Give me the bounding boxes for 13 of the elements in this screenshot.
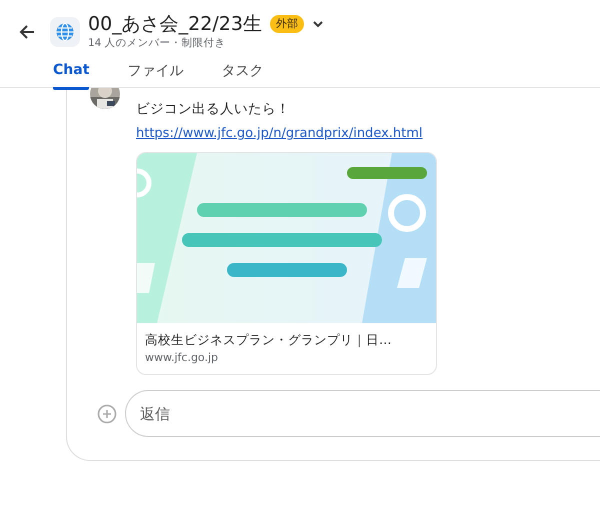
preview-title: 高校生ビジネスプラン・グランプリ｜日… bbox=[145, 331, 392, 350]
message-link[interactable]: https://www.jfc.go.jp/n/grandprix/index.html bbox=[136, 124, 423, 144]
link-preview-card[interactable]: 高校生ビジネスプラン・グランプリ｜日… www.jfc.go.jp bbox=[136, 152, 437, 376]
reply-field[interactable]: 返信 bbox=[125, 390, 600, 437]
member-info: 14 人のメンバー・制限付き bbox=[88, 36, 227, 51]
message-text: ビジコン出る人いたら！ bbox=[136, 100, 291, 119]
tab[interactable]: Chat bbox=[53, 60, 90, 90]
space-title: 00_あさ会_22/23生 bbox=[88, 12, 262, 36]
preview-domain: www.jfc.go.jp bbox=[145, 350, 220, 366]
tab[interactable]: タスク bbox=[221, 60, 264, 90]
external-label: 外部 bbox=[270, 14, 304, 34]
tab[interactable]: ファイル bbox=[127, 60, 184, 90]
space-icon bbox=[50, 16, 80, 47]
